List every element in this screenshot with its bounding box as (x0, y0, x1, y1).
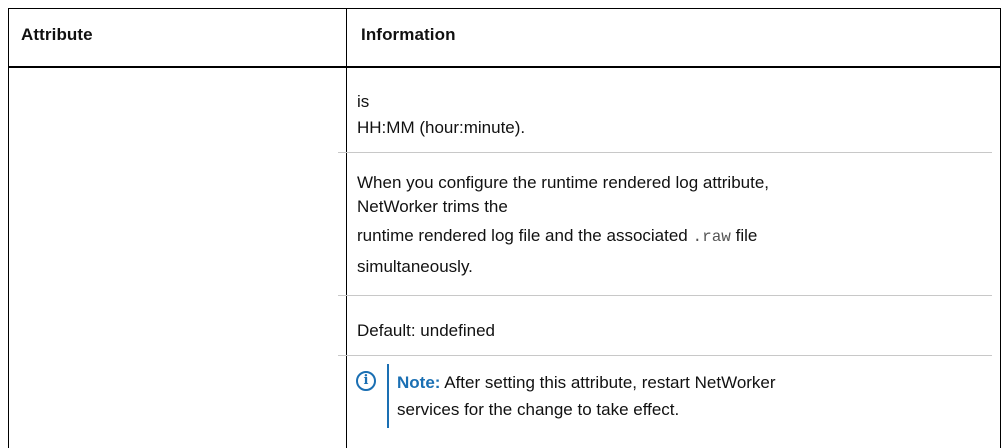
section-divider (338, 152, 992, 153)
text-default: Default: undefined (357, 321, 495, 340)
table-header-row: Attribute Information (9, 9, 1000, 68)
header-attribute: Attribute (21, 25, 93, 44)
note-line1: Note: After setting this attribute, rest… (397, 371, 776, 395)
text-is: is (357, 92, 370, 111)
text-config-line3-b: file (730, 226, 758, 245)
raw-file-code: .raw (692, 228, 731, 246)
text-time-format: HH:MM (hour:minute). (357, 118, 526, 137)
note-label: Note: (397, 373, 441, 392)
text-config-line1: When you configure the runtime rendered … (357, 173, 770, 192)
section-divider (338, 295, 992, 296)
text-config-line3: runtime rendered log file and the associ… (357, 224, 757, 249)
section-divider (338, 355, 992, 356)
info-circle-icon: i (356, 371, 376, 391)
text-config-line3-a: runtime rendered log file and the associ… (357, 226, 693, 245)
text-config-line4: simultaneously. (357, 257, 473, 276)
note-line2: services for the change to take effect. (397, 400, 680, 419)
note-accent-bar (387, 364, 389, 428)
header-information: Information (361, 25, 456, 44)
column-divider (346, 9, 347, 448)
text-config-line2: NetWorker trims the (357, 197, 508, 216)
note-text-line1: After setting this attribute, restart Ne… (440, 373, 776, 392)
